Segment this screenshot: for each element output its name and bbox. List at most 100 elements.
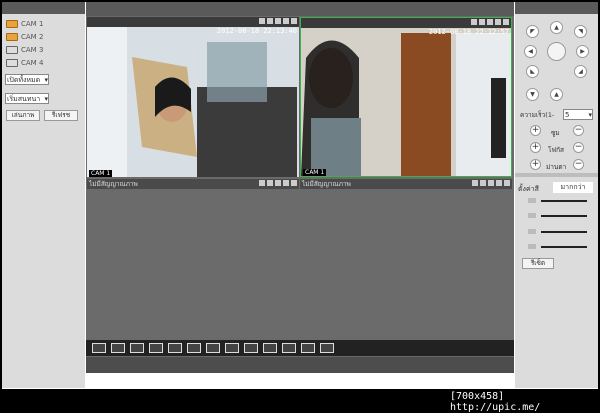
slider-track <box>541 231 587 233</box>
pan-left-icon[interactable]: ◀ <box>524 45 537 58</box>
camera-item-2[interactable]: CAM 2 <box>6 31 76 42</box>
layout-toolbar <box>86 340 514 356</box>
audio-icon[interactable] <box>488 180 494 186</box>
iris-open-button[interactable]: + <box>530 159 541 170</box>
pan-down-icon[interactable]: ▼ <box>526 88 539 101</box>
chevron-down-icon: ▾ <box>44 95 48 103</box>
speed-label: ความเร็ว(1- <box>520 111 555 119</box>
snapshot-icon[interactable] <box>480 180 486 186</box>
contrast-slider[interactable] <box>525 212 590 219</box>
video-pane-1[interactable]: 2012-08-18 22:13:40 CAM 1 <box>87 17 299 177</box>
play-button[interactable]: เล่นภาพ <box>6 110 40 121</box>
video-pane-3[interactable]: ไม่มีสัญญาณภาพ <box>87 179 299 337</box>
layout-1-icon[interactable] <box>92 343 106 353</box>
record-icon[interactable] <box>259 180 265 186</box>
camera-label: CAM 3 <box>21 45 44 54</box>
layout-2-icon[interactable] <box>111 343 125 353</box>
grid-8-icon[interactable] <box>206 343 220 353</box>
pan-up-icon[interactable]: ▲ <box>550 21 563 34</box>
open-all-select[interactable]: เปิดทั้งหมด ▾ <box>5 74 49 85</box>
tab-more[interactable]: มากกว่า <box>553 182 593 193</box>
video-pane-2[interactable]: 2012-08-18 22:12:57 CAM 1 <box>300 17 512 177</box>
no-signal-text: ไม่มีสัญญาณภาพ <box>302 180 351 188</box>
pan-right-icon[interactable]: ▶ <box>576 45 589 58</box>
stream-select[interactable]: เริ่มสนทนา ▾ <box>5 93 49 104</box>
slider-track <box>541 246 587 248</box>
camera-item-3[interactable]: CAM 3 <box>6 44 76 55</box>
pane-toolbar: ไม่มีสัญญาณภาพ <box>87 179 299 189</box>
brightness-icon <box>528 198 536 203</box>
pan-down-right-icon[interactable]: ◢ <box>574 65 587 78</box>
grid-4-icon[interactable] <box>168 343 182 353</box>
snapshot-icon[interactable] <box>267 180 273 186</box>
contrast-icon <box>528 213 536 218</box>
camera-icon <box>6 45 18 54</box>
saturation-slider[interactable] <box>525 228 590 235</box>
timestamp: 2012-08-18 22:13:40 <box>216 27 297 35</box>
camera-label: CAM 1 <box>21 19 44 28</box>
ptz-center-button[interactable] <box>547 42 566 61</box>
grid-64-icon[interactable] <box>320 343 334 353</box>
left-panel: CAM 1 CAM 2 CAM 3 CAM 4 เปิดทั้งหมด ▾ เริ… <box>2 2 85 388</box>
ptz-panel: ◤ ▲ ◥ ◀ ▶ ◣ ◢ ▼ ▲ ความเร็ว(1- 5 ▾ + ซูม −… <box>515 2 598 388</box>
no-signal-text: ไม่มีสัญญาณภาพ <box>89 180 138 188</box>
camera-label: CAM 4 <box>21 58 44 67</box>
pan-up-right-icon[interactable]: ◥ <box>574 25 587 38</box>
tab-color-settings[interactable]: ตั้งค่าสี <box>518 184 539 195</box>
divider <box>515 173 598 177</box>
camera-item-4[interactable]: CAM 4 <box>6 57 76 68</box>
pane-camera-label: CAM 1 <box>89 170 113 177</box>
audio-icon[interactable] <box>275 180 281 186</box>
select-value: เริ่มสนทนา <box>7 95 41 103</box>
hue-slider[interactable] <box>525 243 590 250</box>
grid-9-icon[interactable] <box>225 343 239 353</box>
iris-label: ม่านตา <box>546 163 567 171</box>
focus-in-button[interactable]: + <box>530 142 541 153</box>
refresh-button[interactable]: รีเฟรช <box>44 110 78 121</box>
record-icon[interactable] <box>472 180 478 186</box>
slider-track <box>541 200 587 202</box>
hue-icon <box>528 244 536 249</box>
zoom-label: ซูม <box>551 129 560 137</box>
grid-6-icon[interactable] <box>187 343 201 353</box>
video-pane-4[interactable]: ไม่มีสัญญาณภาพ <box>300 179 512 337</box>
watermark-text: [700x458] http://upic.me/ <box>450 391 541 413</box>
brightness-slider[interactable] <box>525 197 590 204</box>
focus-label: โฟกัส <box>548 146 564 154</box>
reset-button[interactable]: รีเซ็ต <box>522 258 554 269</box>
camera-item-1[interactable]: CAM 1 <box>6 18 76 29</box>
ptz-home-icon[interactable]: ▲ <box>550 88 563 101</box>
pan-down-left-icon[interactable]: ◣ <box>526 65 539 78</box>
fullscreen-icon[interactable] <box>496 180 502 186</box>
pane-camera-label: CAM 1 <box>303 169 327 176</box>
zoom-out-button[interactable]: − <box>573 125 584 136</box>
camera-feed-image <box>301 28 511 176</box>
select-value: 5 <box>565 111 570 119</box>
pan-up-left-icon[interactable]: ◤ <box>526 25 539 38</box>
close-icon[interactable] <box>291 180 297 186</box>
focus-out-button[interactable]: − <box>573 142 584 153</box>
pane-tools <box>472 180 510 186</box>
zoom-in-button[interactable]: + <box>530 125 541 136</box>
camera-label: CAM 2 <box>21 32 44 41</box>
close-icon[interactable] <box>504 180 510 186</box>
fullscreen-icon[interactable] <box>130 343 144 353</box>
grid-16-icon[interactable] <box>263 343 277 353</box>
camera-feed-image <box>87 27 299 177</box>
chevron-down-icon: ▾ <box>44 76 48 84</box>
speed-select[interactable]: 5 ▾ <box>563 109 593 120</box>
grid-13-icon[interactable] <box>244 343 258 353</box>
single-view-icon[interactable] <box>149 343 163 353</box>
video-grid-header <box>86 2 514 16</box>
camera-active-icon <box>6 32 18 41</box>
grid-25-icon[interactable] <box>282 343 296 353</box>
saturation-icon <box>528 229 536 234</box>
timestamp: 2012-08-18 22:12:57 <box>428 28 509 36</box>
fullscreen-icon[interactable] <box>283 180 289 186</box>
iris-close-button[interactable]: − <box>573 159 584 170</box>
pane-tools <box>259 180 297 186</box>
grid-36-icon[interactable] <box>301 343 315 353</box>
pane-toolbar: ไม่มีสัญญาณภาพ <box>300 179 512 189</box>
ptz-header <box>515 2 598 14</box>
left-panel-header <box>2 2 85 14</box>
